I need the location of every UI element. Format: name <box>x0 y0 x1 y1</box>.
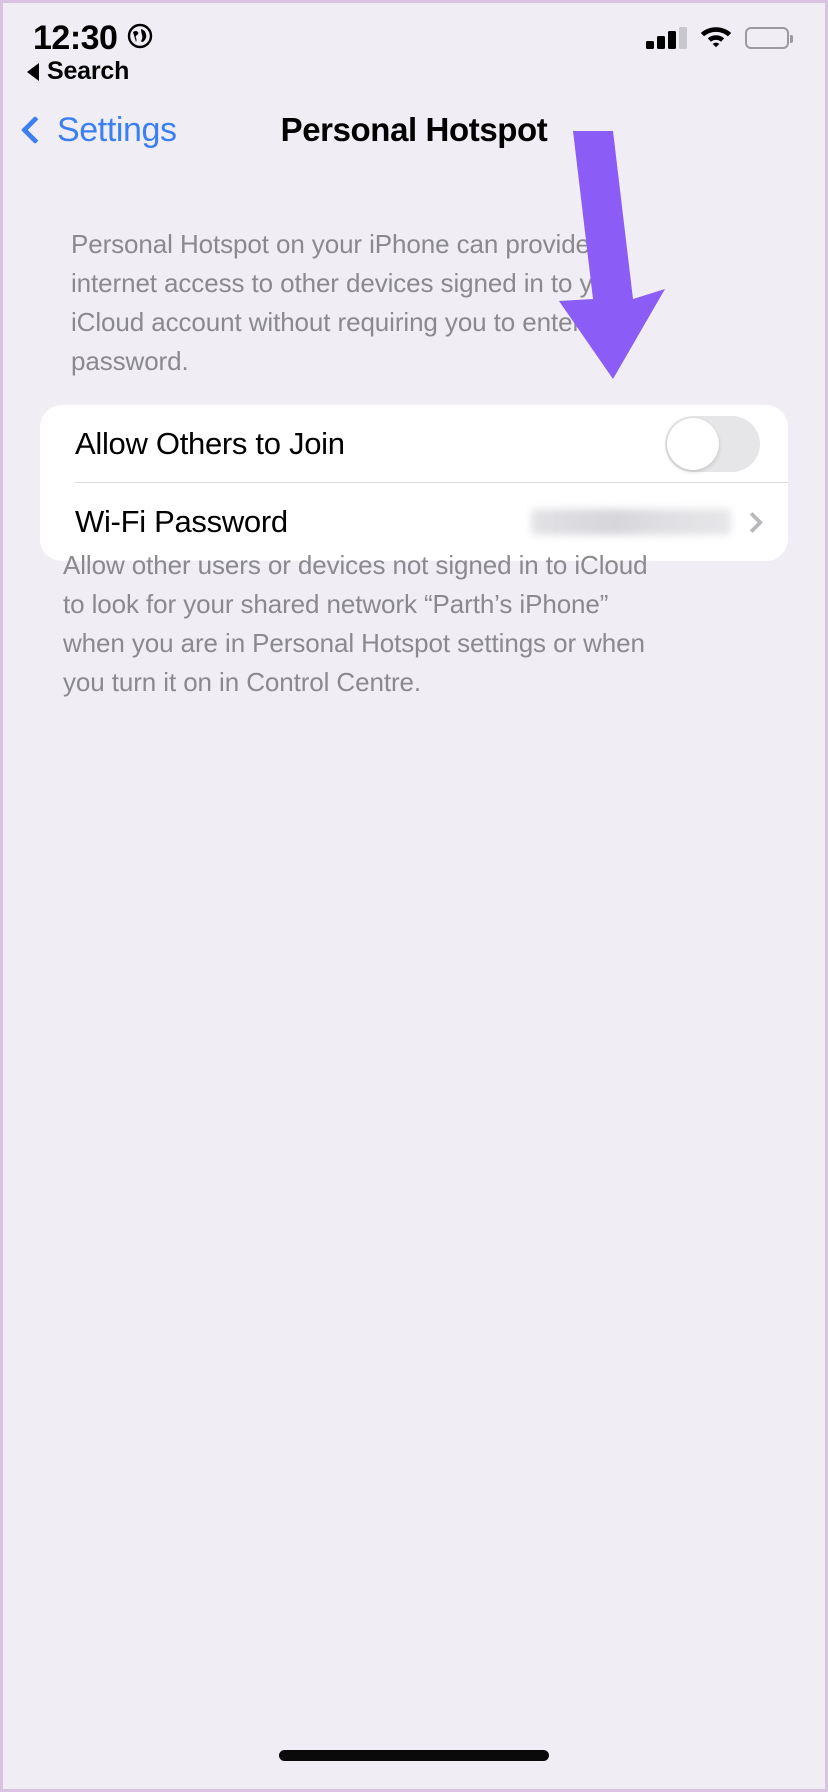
chevron-left-icon <box>20 115 50 145</box>
status-bar-clock: 12:30 <box>33 19 118 57</box>
wifi-password-value-redacted <box>531 509 731 535</box>
navigation-bar: Personal Hotspot Settings <box>3 99 825 161</box>
wifi-icon <box>699 23 733 53</box>
chevron-right-icon <box>741 511 764 533</box>
home-indicator <box>279 1750 549 1761</box>
toggle-knob <box>667 418 719 470</box>
back-button-label: Settings <box>57 110 177 149</box>
back-button[interactable]: Settings <box>20 110 177 150</box>
back-to-search-button[interactable]: Search <box>27 57 129 86</box>
row-allow-others-to-join[interactable]: Allow Others to Join <box>40 405 788 483</box>
triangle-left-icon <box>27 62 39 81</box>
header-description: Personal Hotspot on your iPhone can prov… <box>71 229 630 376</box>
battery-full-icon <box>745 27 793 49</box>
iphone-screen: 12:30 Search Personal Hotspot Settings P… <box>0 0 828 1792</box>
back-to-search-label: Search <box>47 57 130 85</box>
status-bar-right <box>646 19 793 53</box>
globe-icon <box>127 19 153 54</box>
cellular-signal-icon <box>646 27 687 49</box>
settings-card: Allow Others to Join Wi-Fi Password <box>40 405 788 561</box>
status-bar-left: 12:30 <box>33 17 153 55</box>
row-label-wifi-password: Wi-Fi Password <box>75 504 288 539</box>
footer-description: Allow other users or devices not signed … <box>63 550 648 697</box>
row-label-allow-others-to-join: Allow Others to Join <box>75 426 345 461</box>
row-value-group <box>531 509 764 535</box>
allow-others-to-join-toggle[interactable] <box>665 416 760 472</box>
